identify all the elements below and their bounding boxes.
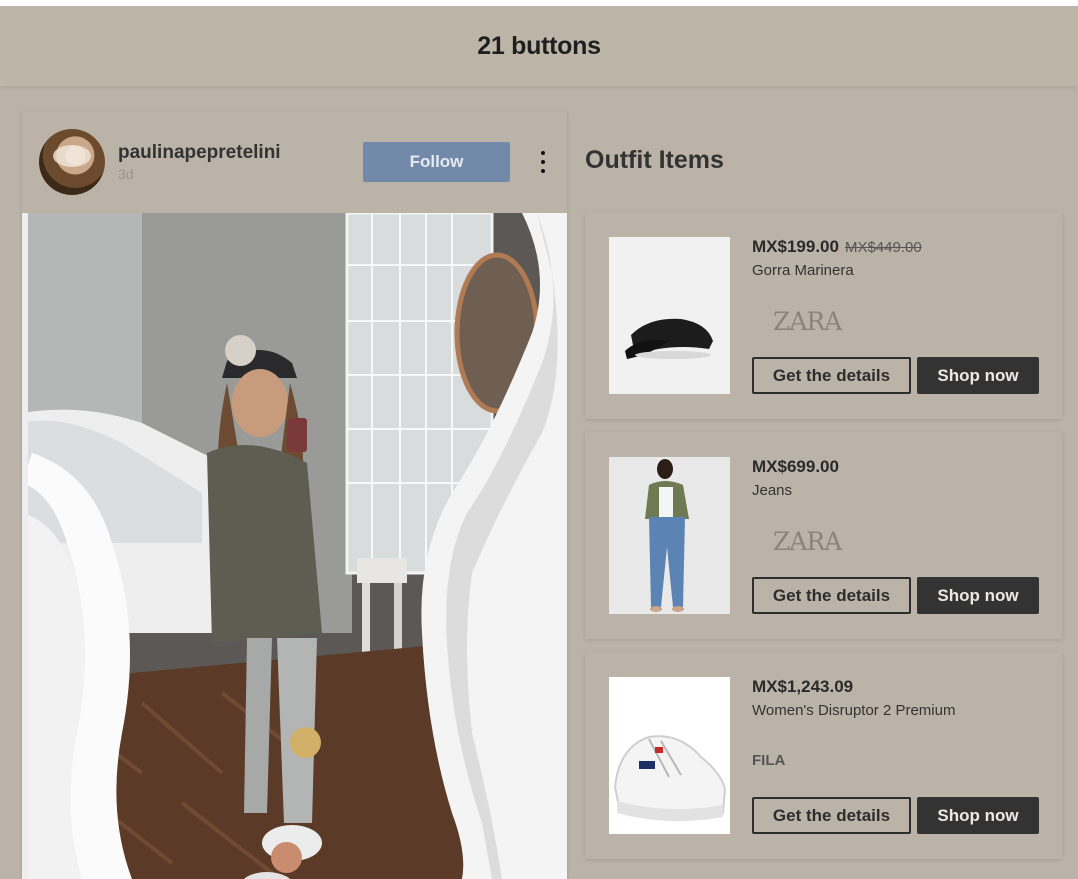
item-name: Jeans	[752, 482, 793, 499]
hotspot-cap[interactable]	[225, 335, 256, 366]
post-photo[interactable]	[22, 213, 567, 879]
brand-logo-zara[interactable]: ZARA	[773, 527, 842, 556]
brand-logo-zara[interactable]: ZARA	[773, 307, 842, 336]
item-image-cap[interactable]	[609, 237, 730, 394]
item-name: Gorra Marinera	[752, 262, 854, 279]
mirror-selfie-illustration	[22, 213, 567, 879]
get-details-button[interactable]: Get the details	[752, 357, 911, 394]
item-name: Women's Disruptor 2 Premium	[752, 702, 956, 719]
item-price: MX$1,243.09	[752, 677, 854, 696]
outfit-item-card: MX$699.00 Jeans ZARA Get the details Sho…	[585, 432, 1062, 639]
avatar[interactable]	[39, 129, 105, 195]
brand-name[interactable]: FILA	[752, 752, 785, 769]
post-username[interactable]: paulinapepretelini	[118, 142, 281, 164]
post-card: paulinapepretelini 3d Follow	[22, 111, 567, 879]
shop-now-button[interactable]: Shop now	[917, 577, 1039, 614]
post-time: 3d	[118, 166, 134, 182]
get-details-button[interactable]: Get the details	[752, 577, 911, 614]
outfit-item-card: MX$1,243.09 Women's Disruptor 2 Premium …	[585, 652, 1062, 859]
item-image-sneaker[interactable]	[609, 677, 730, 834]
item-old-price: MX$449.00	[844, 239, 922, 256]
more-vertical-icon[interactable]	[533, 149, 553, 175]
post-header: paulinapepretelini 3d Follow	[22, 111, 567, 213]
hotspot-jeans[interactable]	[290, 727, 321, 758]
shop-now-button[interactable]: Shop now	[917, 797, 1039, 834]
outfit-items-title: Outfit Items	[585, 146, 724, 174]
shop-now-button[interactable]: Shop now	[917, 357, 1039, 394]
outfit-item-card: MX$199.00 MX$449.00 Gorra Marinera ZARA G…	[585, 212, 1062, 419]
site-header: 21 buttons	[0, 6, 1078, 86]
item-price: MX$699.00	[752, 457, 839, 476]
item-image-jeans[interactable]	[609, 457, 730, 614]
item-price: MX$199.00 MX$449.00	[752, 237, 922, 256]
get-details-button[interactable]: Get the details	[752, 797, 911, 834]
hotspot-sneakers[interactable]	[271, 842, 302, 873]
follow-button[interactable]: Follow	[363, 142, 510, 182]
site-logo[interactable]: 21 buttons	[477, 32, 601, 61]
